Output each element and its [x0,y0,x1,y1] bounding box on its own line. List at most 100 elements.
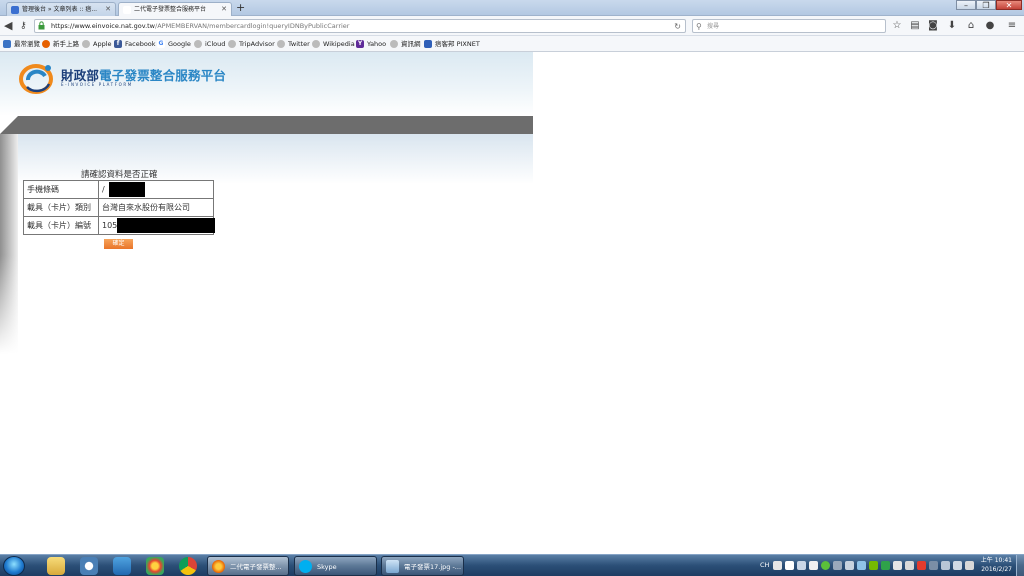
antivirus-icon[interactable] [821,561,830,570]
tab-einvoice[interactable]: 二代電子發票整合服務平台 ✕ [118,2,232,16]
row-value: 台灣自來水股份有限公司 [98,198,214,217]
bookmark-label: 痞客邦 PIXNET [435,40,480,48]
close-icon[interactable]: ✕ [221,3,227,16]
app-icon[interactable] [113,557,131,575]
language-indicator[interactable]: CH [760,560,769,570]
globe-icon [277,40,285,48]
picasa-icon[interactable] [146,557,164,575]
bookmark-label: Google [168,40,191,48]
pocket-icon[interactable]: ◙ [927,20,939,32]
nvidia-icon[interactable] [869,561,878,570]
clock-time: 上午 10:41 [980,557,1012,564]
bookmark-getting-started[interactable]: 新手上路 [42,38,79,50]
table-row: 載具（卡片）類別 台灣自來水股份有限公司 [23,198,214,217]
maximize-button[interactable]: ❐ [976,0,996,10]
start-button[interactable] [3,556,25,576]
flag-icon[interactable] [929,561,938,570]
minimize-button[interactable]: – [956,0,976,10]
confirm-button[interactable]: 確定 [104,239,133,249]
facebook-icon: f [114,40,122,48]
bookmark-most-visited[interactable]: 最常瀏覽 [3,38,40,50]
bookmark-label: 新手上路 [53,40,79,48]
settings-icon[interactable] [809,561,818,570]
close-icon[interactable]: ✕ [105,3,111,16]
menu-icon[interactable]: ≡ [1006,20,1018,32]
search-icon: ⚲ [696,22,702,31]
ime-mode-icon[interactable] [785,561,794,570]
tray-icon[interactable] [881,561,890,570]
redaction-block [117,218,215,233]
browser-tab-bar: 管理後台 » 文章列表 :: 痞... ✕ 二代電子發票整合服務平台 ✕ + –… [0,0,1024,16]
taskbar-item-firefox[interactable]: 二代電子發票整... [207,556,289,576]
task-label: Skype [317,563,337,571]
web-page: 財政部電子發票整合服務平台 E-INVOICE PLATFORM 請確認資料是否… [0,52,1024,554]
ime-icon[interactable] [773,561,782,570]
left-edge-fade [0,134,18,354]
reload-icon[interactable]: ↻ [674,20,681,33]
tab-label: 二代電子發票整合服務平台 [134,6,207,13]
bookmark-facebook[interactable]: f Facebook [114,38,156,50]
bookmark-info-net[interactable]: 資訊網 [390,38,421,50]
tray-icon[interactable] [893,561,902,570]
site-header: 財政部電子發票整合服務平台 E-INVOICE PLATFORM [0,52,533,116]
taskbar-item-photo-viewer[interactable]: 電子發票17.jpg -... [381,556,464,576]
folder-icon [3,40,11,48]
yahoo-icon: Y [356,40,364,48]
tray-icon[interactable] [917,561,926,570]
bookmark-label: TripAdvisor [239,40,275,48]
table-row: 載具（卡片）編號 105 [23,216,215,235]
tray-icon[interactable] [857,561,866,570]
pixnet-favicon-icon [11,6,19,14]
bookmark-pixnet[interactable]: 痞客邦 PIXNET [424,38,480,50]
bookmark-twitter[interactable]: Twitter [277,38,310,50]
show-desktop-button[interactable] [1016,555,1024,576]
download-icon[interactable]: ⬇ [946,20,958,32]
site-title-platform: 電子發票整合服務平台 [99,68,227,83]
bookmark-label: 最常瀏覽 [14,40,40,48]
network-icon[interactable] [941,561,950,570]
tab-admin[interactable]: 管理後台 » 文章列表 :: 痞... ✕ [6,2,116,16]
bookmark-label: Apple [93,40,112,48]
tray-icon[interactable] [905,561,914,570]
bookmark-google[interactable]: G Google [157,38,191,50]
bookmark-yahoo[interactable]: Y Yahoo [356,38,386,50]
bookmark-apple[interactable]: Apple [82,38,112,50]
firefox-icon [212,560,225,573]
clipboard-icon[interactable]: ▤ [909,20,921,32]
bookmark-label: iCloud [205,40,226,48]
bookmark-tripadvisor[interactable]: TripAdvisor [228,38,275,50]
task-label: 二代電子發票整... [230,563,282,571]
row-label: 載具（卡片）編號 [23,216,99,235]
chat-icon[interactable]: ● [984,20,996,32]
window-close-button[interactable]: ✕ [996,0,1022,10]
bookmark-wikipedia[interactable]: Wikipedia [312,38,355,50]
search-box[interactable]: ⚲ 搜尋 [692,19,886,33]
google-icon: G [157,40,165,48]
new-tab-button[interactable]: + [236,1,245,15]
address-bar[interactable]: https://www.einvoice.nat.gov.tw/APMEMBER… [34,19,686,33]
back-icon[interactable]: ◀ [4,19,12,33]
volume-icon[interactable] [953,561,962,570]
bookmark-label: Facebook [125,40,156,48]
carrier-info-table: 手機條碼 / 載具（卡片）類別 台灣自來水股份有限公司 載具（卡片）編號 105 [23,180,215,235]
site-subtitle: E-INVOICE PLATFORM [61,82,133,87]
lock-icon [38,21,45,30]
identity-key-icon[interactable]: ⚷ [20,19,27,33]
chrome-icon[interactable] [179,557,197,575]
help-icon[interactable] [797,561,806,570]
star-icon[interactable]: ☆ [891,20,903,32]
home-icon[interactable]: ⌂ [965,20,977,32]
file-explorer-icon[interactable] [47,557,65,575]
firefox-icon [42,40,50,48]
einvoice-logo-icon [19,64,53,94]
tray-icon[interactable] [833,561,842,570]
taskbar-item-skype[interactable]: Skype [294,556,377,576]
tray-icon[interactable] [965,561,974,570]
system-clock[interactable]: 上午 10:41 2016/2/27 [977,556,1012,574]
globe-icon [82,40,90,48]
url-host: https://www.einvoice.nat.gov.tw [51,22,156,30]
tray-icon[interactable] [845,561,854,570]
bookmark-icloud[interactable]: iCloud [194,38,225,50]
media-player-icon[interactable] [80,557,98,575]
globe-icon [390,40,398,48]
